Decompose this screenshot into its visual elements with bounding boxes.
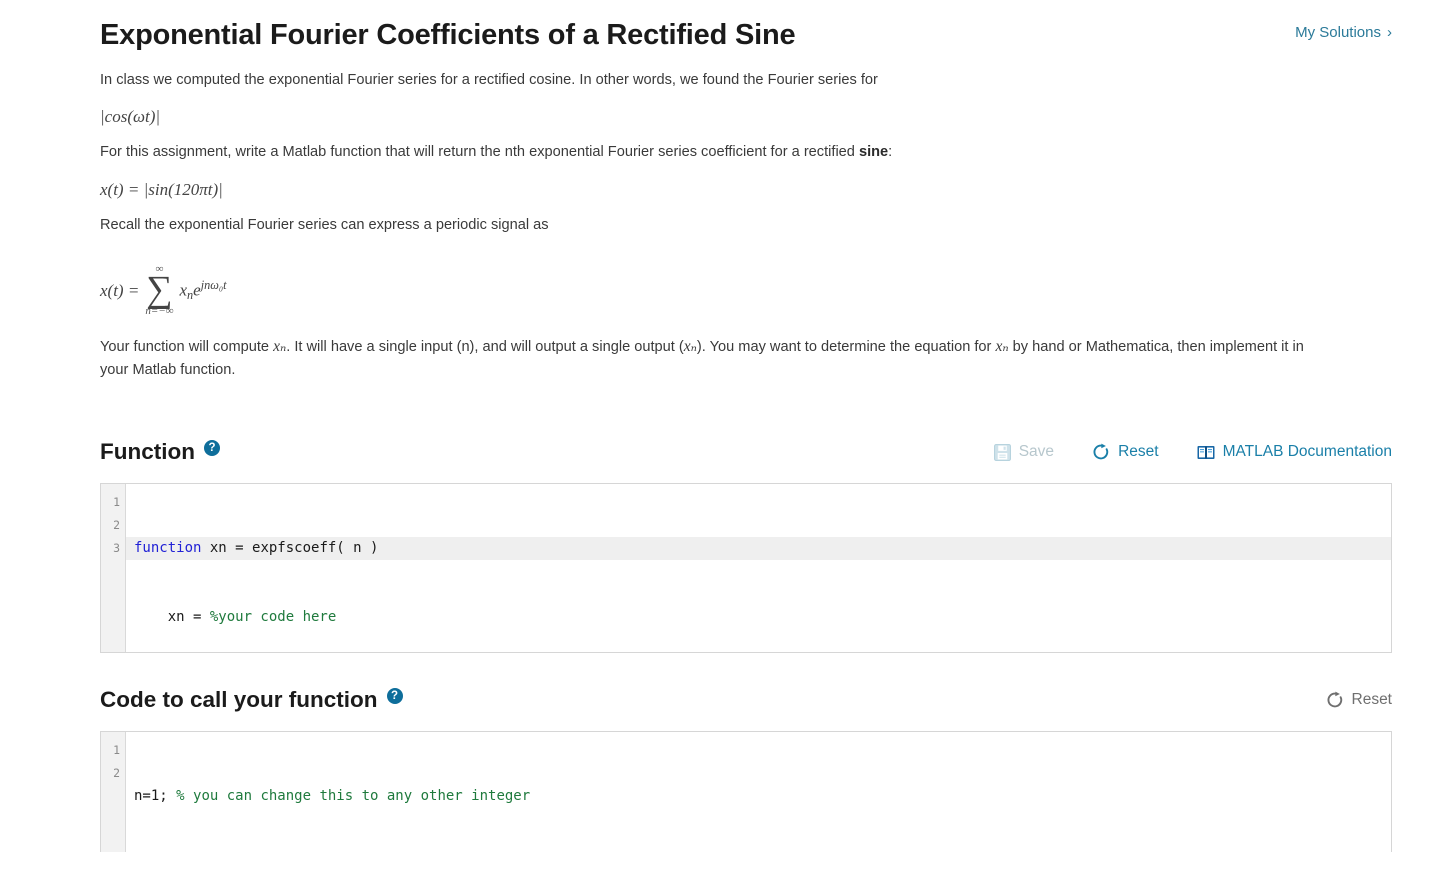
reset-function-button[interactable]: Reset xyxy=(1092,443,1159,461)
paragraph-recall: Recall the exponential Fourier series ca… xyxy=(100,217,549,234)
my-solutions-label: My Solutions xyxy=(1295,24,1381,41)
math-term-base: x xyxy=(179,280,188,300)
paragraph-compute-text2: . It will have a single input (n), and w… xyxy=(286,338,684,355)
paragraph-intro: In class we computed the exponential Fou… xyxy=(100,71,878,88)
save-button-label: Save xyxy=(1018,443,1055,461)
help-icon[interactable]: ? xyxy=(386,688,403,705)
code-token: xn = expfscoeff( n ) xyxy=(201,540,379,557)
chevron-right-icon: › xyxy=(1387,24,1392,41)
function-title-label: Function xyxy=(100,439,195,465)
code-line[interactable]: n=1; % you can change this to any other … xyxy=(126,785,1391,808)
summation-lower-limit: n=−∞ xyxy=(145,304,174,317)
refresh-icon xyxy=(1092,443,1110,461)
help-icon[interactable]: ? xyxy=(203,440,220,457)
paragraph-assignment-text1: For this assignment, write a Matlab func… xyxy=(100,144,859,161)
paragraph-compute-text3: ). You may want to determine the equatio… xyxy=(696,338,996,355)
code-token: %your code here xyxy=(209,609,337,626)
code-token: xn = xyxy=(134,609,210,626)
call-editor-gutter: 1 2 xyxy=(101,732,126,853)
function-editor-code[interactable]: function xn = expfscoeff( n ) xn = %your… xyxy=(126,484,1391,652)
inline-math-xn-3: xₙ xyxy=(995,337,1009,355)
line-number: 3 xyxy=(113,541,120,556)
summation-symbol-group: ∞ ∑ n=−∞ xyxy=(145,263,174,317)
function-toolbar: Save Reset MATLAB Documentation xyxy=(993,443,1392,461)
reset-call-label: Reset xyxy=(1351,691,1393,709)
inline-math-xn-1: xₙ xyxy=(273,337,287,355)
matlab-documentation-button[interactable]: MATLAB Documentation xyxy=(1197,443,1392,461)
call-editor-code[interactable]: n=1; % you can change this to any other … xyxy=(126,732,1391,852)
call-section-title: Code to call your function ? xyxy=(100,687,403,713)
inline-math-xn-2: xₙ xyxy=(683,337,697,355)
math-fourier-series: x(t) = ∞ ∑ n=−∞ xnejnω₀t xyxy=(100,263,227,317)
function-code-editor[interactable]: 1 2 3 function xn = expfscoeff( n ) xn =… xyxy=(100,483,1392,654)
matlab-documentation-label: MATLAB Documentation xyxy=(1222,443,1392,461)
call-toolbar: Reset xyxy=(1326,691,1393,709)
math-rectified-cosine: |cos(ωt)| xyxy=(100,107,161,127)
call-section-header: Code to call your function ? Reset xyxy=(100,687,1392,713)
paragraph-compute-text1: Your function will compute xyxy=(100,338,274,355)
my-solutions-link[interactable]: My Solutions › xyxy=(1295,24,1392,41)
paragraph-assignment-text2: : xyxy=(888,144,893,161)
function-section-title: Function ? xyxy=(100,439,220,465)
function-editor-gutter: 1 2 3 xyxy=(101,484,126,653)
reset-call-button[interactable]: Reset xyxy=(1326,691,1393,709)
paragraph-assignment-emphasis: sine xyxy=(858,144,889,161)
book-icon xyxy=(1197,445,1215,460)
line-number: 2 xyxy=(113,766,120,781)
code-line[interactable]: xn = %your code here xyxy=(126,606,1391,629)
function-section-header: Function ? Save Reset MATLAB Documentati… xyxy=(100,439,1392,465)
refresh-icon xyxy=(1326,691,1344,709)
line-number: 1 xyxy=(113,495,120,510)
call-code-editor[interactable]: 1 2 n=1; % you can change this to any ot… xyxy=(100,731,1392,853)
code-token: % you can change this to any other integ… xyxy=(176,788,531,805)
reset-function-label: Reset xyxy=(1118,443,1159,461)
sigma-icon: ∑ xyxy=(146,268,173,310)
math-term-e: e xyxy=(193,280,201,300)
paragraph-assignment: For this assignment, write a Matlab func… xyxy=(100,141,1330,164)
assignment-page: Exponential Fourier Coefficients of a Re… xyxy=(0,0,1432,871)
floppy-disk-icon xyxy=(993,443,1011,461)
line-number: 2 xyxy=(113,518,120,533)
page-title: Exponential Fourier Coefficients of a Re… xyxy=(100,19,796,51)
math-rectified-sine: x(t) = |sin(120πt)| xyxy=(100,180,223,200)
assignment-description: In class we computed the exponential Fou… xyxy=(100,69,1330,381)
line-number: 1 xyxy=(113,743,120,758)
paragraph-compute: Your function will compute xₙ. It will h… xyxy=(100,335,1330,382)
code-line[interactable]: function xn = expfscoeff( n ) xyxy=(126,537,1391,561)
code-token: n=1; xyxy=(134,788,177,805)
math-lhs: x(t) = xyxy=(100,280,140,300)
call-title-label: Code to call your function xyxy=(100,687,378,713)
code-token: function xyxy=(134,540,202,557)
math-term-exponent: jnω₀t xyxy=(200,277,227,292)
math-summand: xnejnω₀t xyxy=(180,279,227,301)
save-button[interactable]: Save xyxy=(993,443,1055,461)
page-header: Exponential Fourier Coefficients of a Re… xyxy=(100,0,1392,53)
